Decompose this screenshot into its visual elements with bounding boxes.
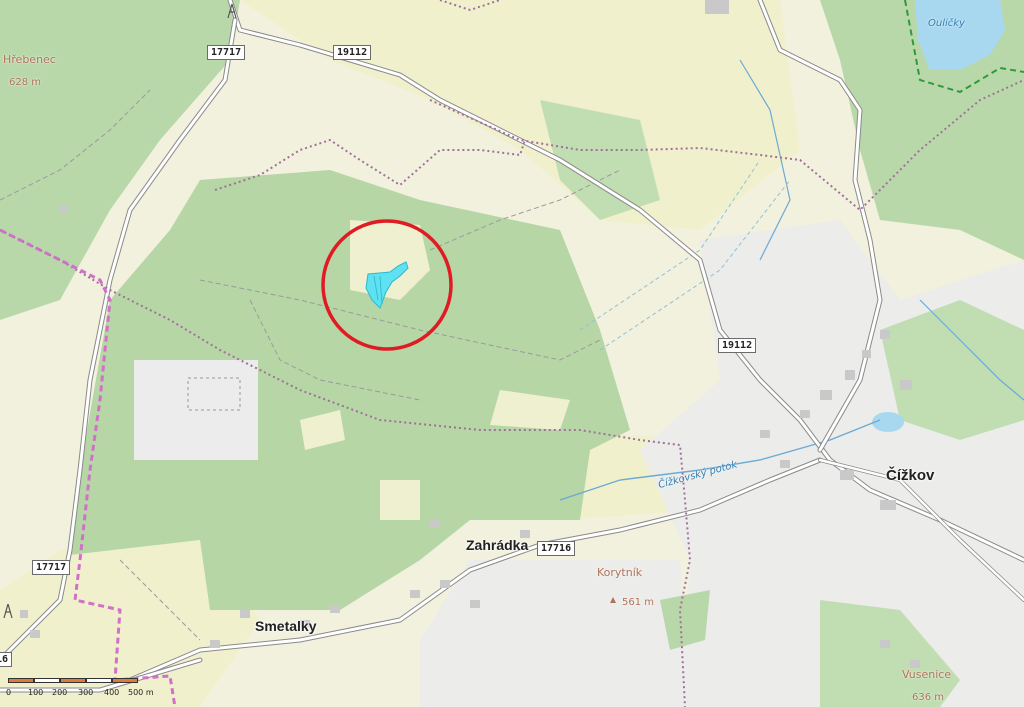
road-17717-top: 17717: [207, 45, 246, 60]
field-area: [420, 560, 690, 707]
scale-bar: 0 100 200 300 400 500 m: [6, 676, 156, 704]
road-17717-left: 17717: [32, 560, 71, 575]
map-canvas[interactable]: [0, 0, 1024, 707]
scale-segment: [34, 678, 60, 683]
road-17716: 17716: [537, 541, 576, 556]
road-19112-top: 19112: [333, 45, 372, 60]
road-19112-right: 19112: [718, 338, 757, 353]
road-16-edge: 16: [0, 652, 13, 667]
scale-segment: [8, 678, 34, 683]
scale-tick: 500 m: [128, 688, 154, 697]
scale-tick: 300: [78, 688, 94, 697]
scale-segment: [112, 678, 138, 683]
scale-tick: 200: [52, 688, 68, 697]
scale-segment: [86, 678, 112, 683]
scale-tick: 400: [104, 688, 120, 697]
scale-tick: 100: [28, 688, 44, 697]
clearing-area: [380, 480, 420, 520]
scale-segment: [60, 678, 86, 683]
scale-tick: 0: [6, 688, 12, 697]
